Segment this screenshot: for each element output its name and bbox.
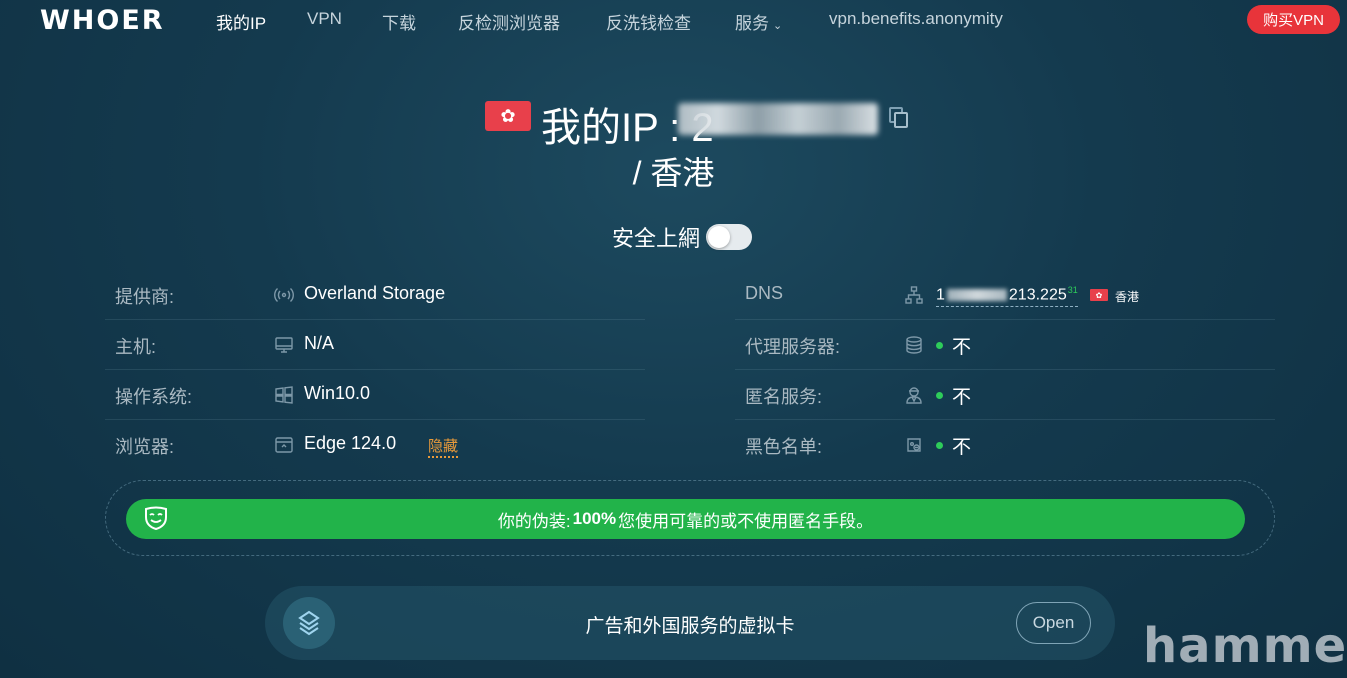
nav-link-benefits[interactable]: vpn.benefits.anonymity <box>829 9 1003 29</box>
buy-vpn-button[interactable]: 购买VPN <box>1247 5 1340 34</box>
nav-link-aml-check[interactable]: 反洗钱检查 <box>606 9 691 34</box>
nav-link-my-ip[interactable]: 我的IP <box>216 9 266 34</box>
host-value: N/A <box>304 333 335 353</box>
mask-icon <box>145 506 167 531</box>
copy-icon[interactable] <box>889 107 909 129</box>
nav-link-services-label: 服务 <box>735 14 769 33</box>
proxy-row: 代理服务器: 不 <box>735 320 1275 370</box>
nav-link-services[interactable]: 服务 ⌄ <box>735 9 782 34</box>
broadcast-icon <box>274 287 294 303</box>
status-dot-green <box>936 392 943 399</box>
location-text: / 香港 <box>632 155 715 191</box>
watermark: hammer <box>1143 618 1347 674</box>
os-label: 操作系统: <box>115 387 193 407</box>
user-secret-icon <box>906 387 922 404</box>
chevron-down-icon: ⌄ <box>773 20 783 32</box>
dns-value-redacted <box>946 289 1007 302</box>
disguise-status-bar: 你的伪装: 100% 您使用可靠的或不使用匿名手段。 <box>126 499 1245 539</box>
virtual-card-promo: 广告和外国服务的虚拟卡 Open <box>265 586 1115 660</box>
promo-text: 广告和外国服务的虚拟卡 <box>585 616 795 637</box>
info-column-right: DNS 1 213.22531 ✿ 香港 代理服务器: 不 匿名服务: 不 黑色名… <box>735 270 1275 470</box>
browser-icon <box>275 437 293 453</box>
ip-address-redacted <box>678 103 878 135</box>
database-icon <box>906 336 922 354</box>
blacklist-row: 黑色名单: 不 <box>735 420 1275 470</box>
secure-browsing-toggle[interactable] <box>706 224 753 250</box>
windows-icon <box>275 386 293 404</box>
os-row: 操作系统: Win10.0 <box>105 370 645 420</box>
blacklist-icon <box>907 438 921 452</box>
status-dot-green <box>936 442 943 449</box>
disguise-panel: 你的伪装: 100% 您使用可靠的或不使用匿名手段。 <box>105 480 1275 556</box>
browser-hidden-link[interactable]: 隐藏 <box>428 435 459 458</box>
hero-ip-line: ✿ 我的IP : 2 <box>0 95 1347 150</box>
monitor-icon <box>275 337 293 353</box>
nav-link-antidetect-browser[interactable]: 反检测浏览器 <box>458 9 560 34</box>
toggle-knob <box>708 226 731 248</box>
browser-label: 浏览器: <box>115 437 175 457</box>
dns-country: 香港 <box>1115 290 1140 304</box>
hong-kong-flag-icon: ✿ <box>485 101 531 131</box>
logo[interactable]: WHOER <box>40 5 165 36</box>
open-button[interactable]: Open <box>1016 602 1091 644</box>
host-label: 主机: <box>115 337 157 357</box>
proxy-label: 代理服务器: <box>745 337 841 357</box>
provider-row: 提供商: Overland Storage <box>105 270 645 320</box>
dns-value[interactable]: 1 213.22531 <box>936 285 1078 308</box>
info-column-left: 提供商: Overland Storage 主机: N/A 操作系统: Win1… <box>105 270 645 470</box>
blacklist-value: 不 <box>952 437 972 458</box>
blacklist-label: 黑色名单: <box>745 437 823 457</box>
top-nav: WHOER 我的IP VPN 下载 反检测浏览器 反洗钱检查 服务 ⌄ vpn.b… <box>0 0 1347 40</box>
nav-link-vpn[interactable]: VPN <box>307 9 342 29</box>
hong-kong-flag-small-icon: ✿ <box>1090 289 1108 301</box>
status-dot-green <box>936 342 943 349</box>
nav-link-download[interactable]: 下载 <box>382 9 416 34</box>
dns-count-badge: 31 <box>1067 285 1078 295</box>
network-icon <box>905 286 923 304</box>
provider-label: 提供商: <box>115 287 175 307</box>
anonymizer-label: 匿名服务: <box>745 387 823 407</box>
dns-value-prefix: 1 <box>936 286 945 304</box>
host-row: 主机: N/A <box>105 320 645 370</box>
secure-browsing-label: 安全上網 <box>612 226 701 251</box>
disguise-text: 您使用可靠的或不使用匿名手段。 <box>618 511 874 531</box>
proxy-value: 不 <box>952 337 972 358</box>
dns-label: DNS <box>745 283 784 303</box>
provider-value: Overland Storage <box>304 283 446 303</box>
anonymizer-row: 匿名服务: 不 <box>735 370 1275 420</box>
browser-row: 浏览器: Edge 124.0 隐藏 <box>105 420 645 470</box>
dns-value-suffix: 213.225 <box>1008 286 1067 304</box>
os-value: Win10.0 <box>304 383 371 403</box>
disguise-prefix: 你的伪装: <box>497 511 571 531</box>
browser-value: Edge 124.0 <box>304 433 397 453</box>
anonymizer-value: 不 <box>952 387 972 408</box>
dns-row: DNS 1 213.22531 ✿ 香港 <box>735 270 1275 320</box>
secure-browsing-row: 安全上網 <box>612 221 753 253</box>
disguise-percent: 100% <box>572 509 617 528</box>
